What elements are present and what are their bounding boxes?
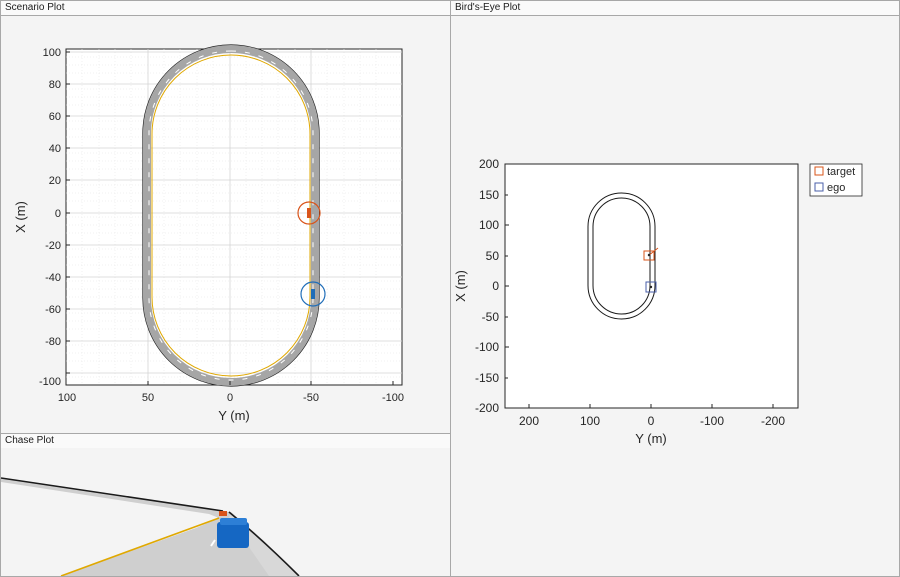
scenario-x-tick-labels: 100 50 0 -50 -100 [58, 392, 404, 404]
y-tick-label: 40 [49, 143, 61, 155]
birdseye-y-tick-labels: 200 150 100 50 0 -50 -100 -150 -200 [475, 157, 499, 415]
birdseye-x-tick-labels: 200 100 0 -100 -200 [519, 414, 785, 428]
x-tick-label: 50 [142, 392, 154, 404]
birdseye-plot-axes[interactable]: 200 150 100 50 0 -50 -100 -150 -200 200 … [451, 15, 899, 576]
y-tick-label: 50 [486, 249, 500, 263]
y-tick-label: 60 [49, 111, 61, 123]
y-tick-label: -80 [45, 336, 61, 348]
x-tick-label: -50 [303, 392, 319, 404]
y-tick-label: 100 [43, 47, 61, 59]
chase-target-vehicle[interactable] [219, 511, 227, 516]
x-tick-label: 100 [58, 392, 76, 404]
y-tick-label: 0 [55, 208, 61, 220]
y-tick-label: -20 [45, 240, 61, 252]
x-tick-label: -100 [700, 414, 724, 428]
chase-plot-title: Chase Plot [1, 434, 450, 449]
x-tick-label: 0 [227, 392, 233, 404]
scenario-plot-panel: Scenario Plot 100 80 60 40 20 0 -20 -40 … [0, 0, 451, 434]
chase-plot-panel: Chase Plot [0, 433, 451, 577]
chase-plot-view[interactable] [1, 448, 450, 576]
y-tick-label: -200 [475, 401, 499, 415]
scenario-x-axis-label: Y (m) [218, 408, 250, 423]
svg-text:ego: ego [827, 182, 845, 194]
birdseye-legend[interactable]: target ego [809, 163, 863, 197]
x-tick-label: 200 [519, 414, 539, 428]
y-tick-label: 0 [492, 279, 499, 293]
x-tick-label: 100 [580, 414, 600, 428]
scenario-plot-axes[interactable]: 100 80 60 40 20 0 -20 -40 -60 -80 -100 1… [1, 15, 450, 433]
y-tick-label: -60 [45, 304, 61, 316]
y-tick-label: 20 [49, 175, 61, 187]
y-tick-label: -50 [482, 310, 500, 324]
x-tick-label: -100 [382, 392, 404, 404]
y-tick-label: -100 [475, 340, 499, 354]
x-tick-label: -200 [761, 414, 785, 428]
y-tick-label: -150 [475, 371, 499, 385]
x-tick-label: 0 [648, 414, 655, 428]
y-tick-label: 80 [49, 79, 61, 91]
y-tick-label: 150 [479, 188, 499, 202]
y-tick-label: 100 [479, 218, 499, 232]
birdseye-plot-title: Bird's-Eye Plot [451, 1, 899, 16]
y-tick-label: -100 [39, 376, 61, 388]
birdseye-x-axis-label: Y (m) [635, 431, 667, 446]
scenario-y-axis-label: X (m) [13, 201, 28, 233]
scenario-y-tick-labels: 100 80 60 40 20 0 -20 -40 -60 -80 -100 [39, 47, 61, 388]
birdseye-y-axis-label: X (m) [453, 270, 468, 302]
scenario-plot-title: Scenario Plot [1, 1, 450, 16]
chase-ego-vehicle[interactable] [217, 518, 249, 548]
birdseye-plot-panel: Bird's-Eye Plot 200 150 100 50 0 -50 -10… [450, 0, 900, 577]
y-tick-label: 200 [479, 157, 499, 171]
y-tick-label: -40 [45, 272, 61, 284]
svg-text:target: target [827, 166, 855, 178]
